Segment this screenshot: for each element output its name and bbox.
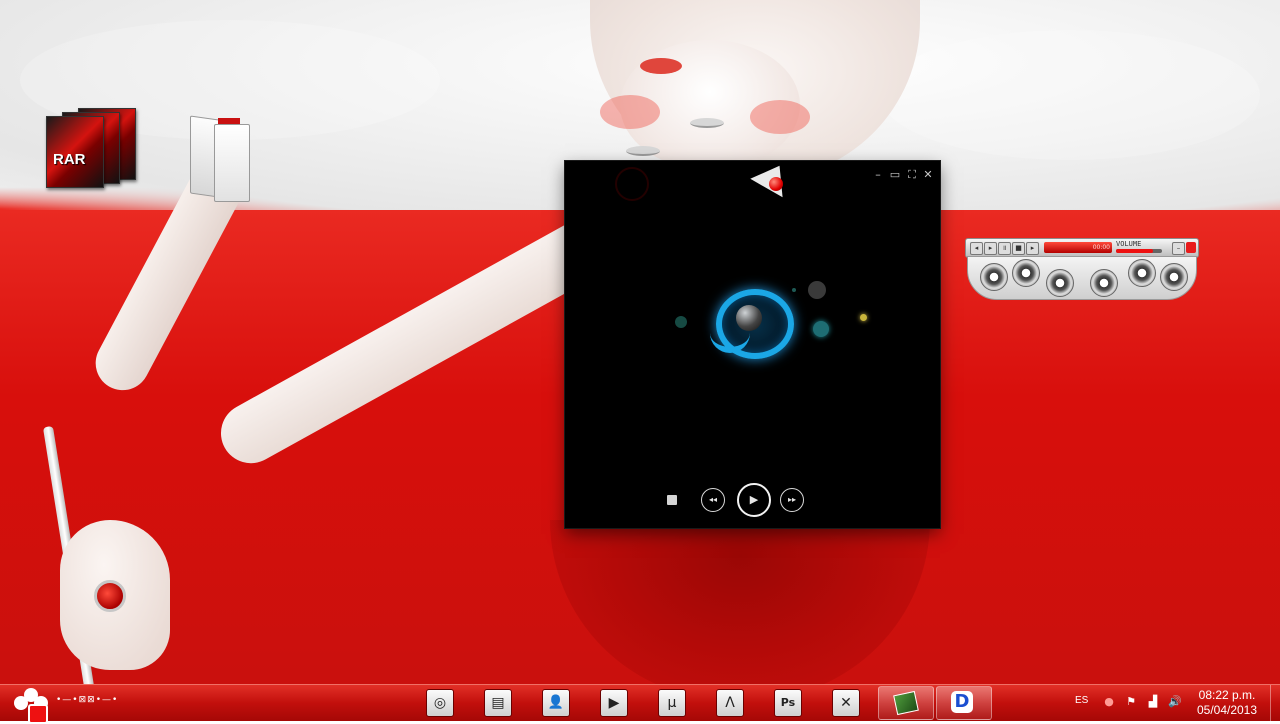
show-desktop-button[interactable]: [1270, 685, 1280, 721]
gadget-close-button[interactable]: [1186, 242, 1196, 253]
wallpaper-lips: [640, 58, 682, 74]
gadget-next-button[interactable]: ▸: [1026, 242, 1039, 255]
forward-button[interactable]: ▸▸: [780, 488, 804, 512]
speaker-icon: [1012, 259, 1040, 287]
windows-logo-icon: [28, 704, 48, 724]
close-button[interactable]: ✕: [922, 169, 934, 181]
clock-time: 08:22 p.m.: [1198, 688, 1256, 702]
pin-icon[interactable]: [750, 165, 795, 207]
action-center-flag-icon[interactable]: ⚑: [1124, 695, 1138, 709]
start-button[interactable]: [14, 688, 54, 724]
folder-sheet-front: [214, 124, 250, 202]
stop-button[interactable]: [667, 495, 677, 505]
restore-button[interactable]: ▭: [889, 169, 901, 181]
wallpaper-ring: [94, 580, 126, 612]
gadget-prev-button[interactable]: ◂: [970, 242, 983, 255]
minimize-button[interactable]: –: [872, 169, 884, 181]
player-skin-ring: [615, 167, 649, 201]
gadget-volume-slider[interactable]: [1116, 249, 1162, 253]
close-app-icon[interactable]: ✕: [832, 689, 860, 717]
image-viewer-icon: [893, 690, 919, 716]
acrobat-icon[interactable]: Λ: [716, 689, 744, 717]
speaker-icon: [1090, 269, 1118, 297]
decor-orb: [675, 316, 687, 328]
logo-ball: [736, 305, 762, 331]
transport-controls: ◂◂ ▶ ▸▸: [565, 483, 940, 519]
wallpaper-eye: [626, 146, 660, 156]
language-indicator[interactable]: ES: [1075, 695, 1088, 706]
taskbar-toolbar-label: •—•⊠⊠•—•: [56, 695, 119, 705]
chrome-icon[interactable]: ◎: [426, 689, 454, 717]
folder-tab: [218, 118, 240, 124]
gadget-display: 00:00: [1044, 242, 1112, 253]
running-task-media-player[interactable]: D: [936, 686, 992, 720]
running-task-image-viewer[interactable]: [878, 686, 934, 720]
decor-orb: [860, 314, 867, 321]
gadget-volume-fill: [1116, 249, 1153, 253]
gadget-control-bar: ◂ ▸ ॥ ■ ▸ 00:00 VOLUME –: [965, 238, 1199, 258]
qq-player-logo-icon: [710, 285, 794, 359]
rar-box-front: RAR: [46, 116, 104, 188]
speaker-icon: [1046, 269, 1074, 297]
sheet-fold: [880, 30, 1260, 160]
gadget-speaker-base: [967, 256, 1197, 300]
photoshop-icon[interactable]: Ps: [774, 689, 802, 717]
gadget-stop-button[interactable]: ■: [1012, 242, 1025, 255]
taskbar: •—•⊠⊠•—• ◎ ▤ 👤 ▶ µ Λ Ps ✕ D ES ● ⚑ ▟ 🔊 0…: [0, 684, 1280, 724]
gadget-minimize-button[interactable]: –: [1172, 242, 1185, 255]
rewind-button[interactable]: ◂◂: [701, 488, 725, 512]
user-icon[interactable]: 👤: [542, 689, 570, 717]
decor-orb: [813, 321, 829, 337]
fullscreen-button[interactable]: ⛶: [906, 169, 918, 181]
wallpaper-cheek: [600, 95, 660, 129]
gadget-play-button[interactable]: ▸: [984, 242, 997, 255]
daum-potplayer-icon: D: [951, 691, 973, 713]
winrar-archive-icon[interactable]: RAR: [44, 108, 136, 196]
wallpaper-cheek: [750, 100, 810, 134]
decor-orb: [808, 281, 826, 299]
wallpaper-hair: [550, 520, 930, 700]
documents-folder-icon[interactable]: [188, 114, 256, 206]
pin-ball: [769, 177, 783, 191]
utorrent-icon[interactable]: µ: [658, 689, 686, 717]
gadget-pause-button[interactable]: ॥: [998, 242, 1011, 255]
rar-label: RAR: [53, 151, 86, 168]
record-icon[interactable]: ●: [1102, 695, 1116, 709]
explorer-icon[interactable]: ▤: [484, 689, 512, 717]
media-icon[interactable]: ▶: [600, 689, 628, 717]
speaker-icon: [980, 263, 1008, 291]
wallpaper-eye: [690, 118, 724, 128]
speaker-icon: [1160, 263, 1188, 291]
volume-icon[interactable]: 🔊: [1168, 695, 1182, 709]
clock-date: 05/04/2013: [1196, 703, 1258, 717]
gadget-volume-label: VOLUME: [1116, 240, 1142, 248]
clock[interactable]: 08:22 p.m. 05/04/2013: [1190, 688, 1264, 718]
speaker-icon: [1128, 259, 1156, 287]
media-player-window[interactable]: – ▭ ⛶ ✕ ◂◂ ▶ ▸▸: [565, 161, 940, 528]
volume-gadget[interactable]: ◂ ▸ ॥ ■ ▸ 00:00 VOLUME –: [965, 238, 1199, 312]
network-signal-icon[interactable]: ▟: [1146, 695, 1160, 709]
play-button[interactable]: ▶: [737, 483, 771, 517]
